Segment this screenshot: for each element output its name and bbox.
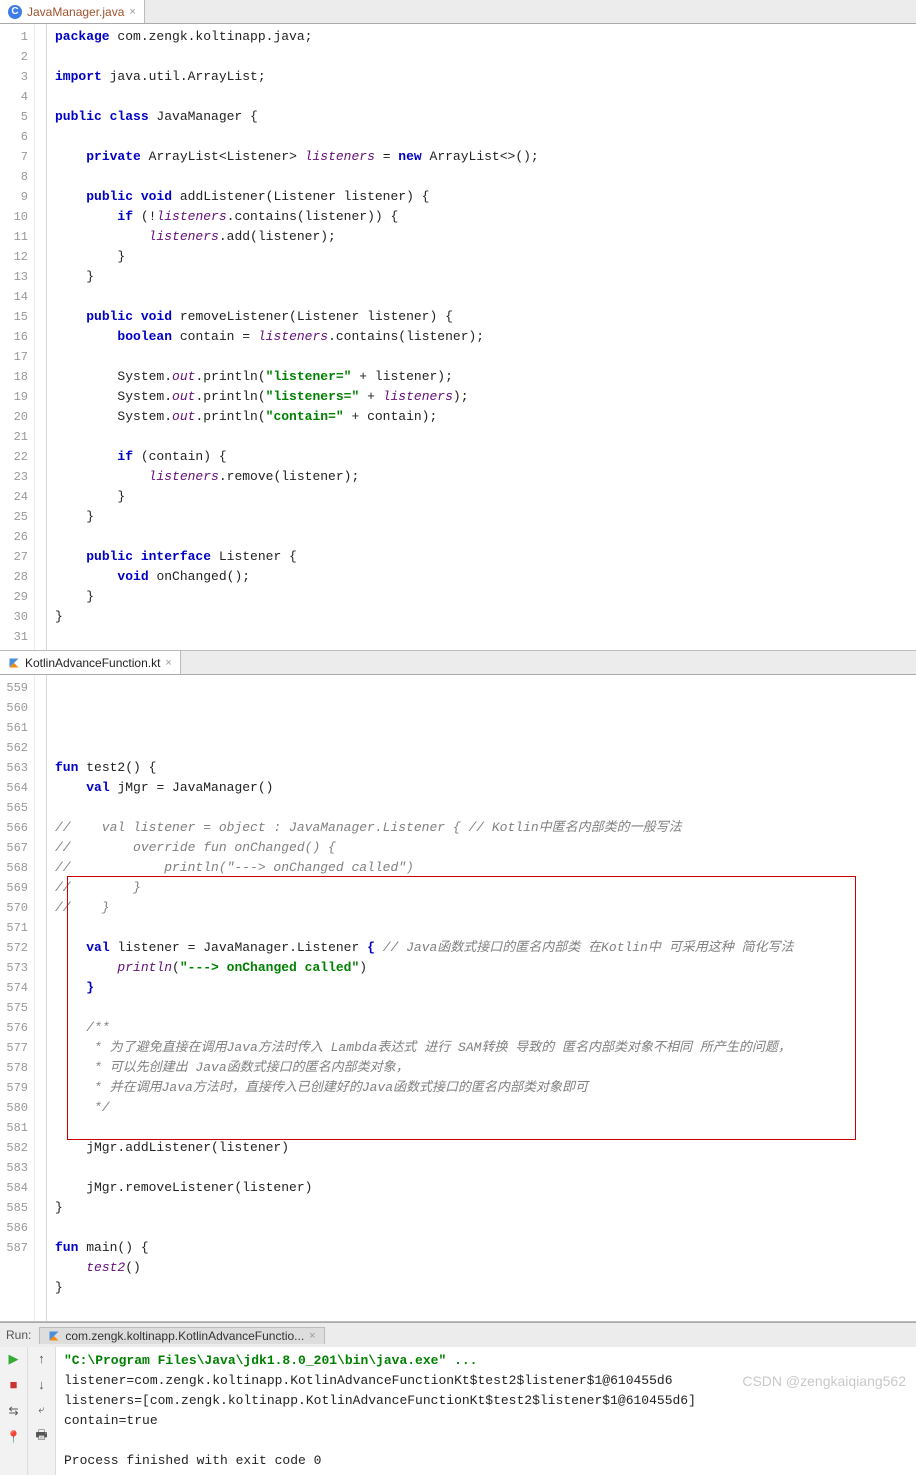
run-tab[interactable]: com.zengk.koltinapp.KotlinAdvanceFunctio… xyxy=(39,1327,324,1344)
close-icon[interactable]: × xyxy=(309,1330,315,1342)
close-icon[interactable]: × xyxy=(165,657,171,669)
code-area-java[interactable]: 1234567891011121314151617181920212223242… xyxy=(0,24,916,650)
run-gutter-icon[interactable]: 584 xyxy=(0,1178,28,1198)
scroll-down-icon[interactable]: ↓ xyxy=(34,1377,50,1393)
run-title: Run: xyxy=(6,1328,31,1342)
print-icon[interactable]: 🖶 xyxy=(34,1429,50,1445)
layout-icon[interactable]: ⇆ xyxy=(6,1403,22,1419)
code-area-kotlin[interactable]: 5595605615625635645655665675685695705715… xyxy=(0,675,916,1321)
stop-icon[interactable]: ■ xyxy=(6,1377,22,1393)
rerun-icon[interactable]: ▶ xyxy=(6,1351,22,1367)
tab-javamanager[interactable]: C JavaManager.java × xyxy=(0,0,145,23)
run-tab-bar: Run: com.zengk.koltinapp.KotlinAdvanceFu… xyxy=(0,1323,916,1347)
run-body: ▶ ■ ⇆ 📍 ↑ ↓ ⤶ 🖶 "C:\Program Files\Java\j… xyxy=(0,1347,916,1475)
soft-wrap-icon[interactable]: ⤶ xyxy=(34,1403,50,1419)
run-panel: Run: com.zengk.koltinapp.KotlinAdvanceFu… xyxy=(0,1322,916,1475)
run-output[interactable]: "C:\Program Files\Java\jdk1.8.0_201\bin\… xyxy=(56,1347,916,1475)
scroll-up-icon[interactable]: ↑ xyxy=(34,1351,50,1367)
tab-bar-java: C JavaManager.java × xyxy=(0,0,916,24)
line-gutter: 1234567891011121314151617181920212223242… xyxy=(0,24,35,650)
kotlin-file-icon xyxy=(8,657,20,669)
class-icon: C xyxy=(8,5,22,19)
fold-gutter[interactable] xyxy=(35,675,47,1321)
code-text[interactable]: package com.zengk.koltinapp.java;import … xyxy=(47,24,916,650)
watermark: CSDN @zengkaiqiang562 xyxy=(742,1373,906,1389)
close-icon[interactable]: × xyxy=(129,6,135,18)
kotlin-file-icon xyxy=(48,1330,60,1342)
code-text[interactable]: fun test2() { val jMgr = JavaManager()//… xyxy=(47,675,916,1321)
tab-kotlinadvance[interactable]: KotlinAdvanceFunction.kt × xyxy=(0,651,181,674)
tab-bar-kotlin: KotlinAdvanceFunction.kt × xyxy=(0,651,916,675)
run-toolbar-left: ▶ ■ ⇆ 📍 xyxy=(0,1347,28,1475)
tab-label: KotlinAdvanceFunction.kt xyxy=(25,656,160,670)
editor-java: C JavaManager.java × 1234567891011121314… xyxy=(0,0,916,651)
editor-kotlin: KotlinAdvanceFunction.kt × 5595605615625… xyxy=(0,651,916,1322)
tab-label: JavaManager.java xyxy=(27,5,124,19)
pin-icon[interactable]: 📍 xyxy=(6,1429,22,1445)
run-tab-label: com.zengk.koltinapp.KotlinAdvanceFunctio… xyxy=(65,1329,304,1343)
line-gutter: 5595605615625635645655665675685695705715… xyxy=(0,675,35,1321)
fold-gutter[interactable] xyxy=(35,24,47,650)
run-toolbar-secondary: ↑ ↓ ⤶ 🖶 xyxy=(28,1347,56,1475)
